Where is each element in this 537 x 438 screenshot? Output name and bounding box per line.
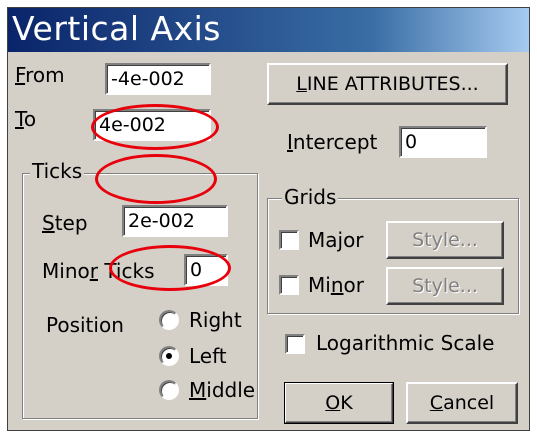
position-right-radio[interactable]	[159, 310, 179, 330]
position-right-label: Right	[189, 308, 242, 332]
step-input[interactable]: 2e-002	[122, 205, 228, 237]
cancel-button[interactable]: Cancel	[406, 382, 518, 424]
position-middle-radio[interactable]	[159, 380, 179, 400]
ok-button[interactable]: OK	[284, 382, 394, 424]
ticks-group-title: Ticks	[30, 159, 85, 183]
to-input[interactable]: 4e-002	[93, 109, 211, 141]
from-label: From	[15, 63, 65, 87]
logarithmic-scale-label: Logarithmic Scale	[316, 331, 495, 355]
from-input[interactable]: -4e-002	[105, 63, 211, 95]
radio-selected-dot	[166, 353, 172, 359]
to-label: To	[15, 107, 37, 131]
vertical-axis-dialog: Vertical Axis From -4e-002 To 4e-002 Tic…	[7, 7, 530, 431]
position-middle-label: Middle	[189, 378, 256, 402]
position-label: Position	[46, 313, 124, 337]
intercept-input[interactable]: 0	[399, 126, 487, 158]
major-style-button[interactable]: Style...	[386, 221, 504, 259]
minor-grid-checkbox[interactable]	[279, 275, 299, 295]
line-attributes-button[interactable]: LINE ATTRIBUTES...	[267, 63, 508, 105]
logarithmic-scale-checkbox[interactable]	[285, 334, 305, 354]
step-label: Step	[42, 211, 88, 235]
position-left-radio[interactable]	[159, 346, 179, 366]
minor-style-button[interactable]: Style...	[386, 267, 504, 305]
title-bar: Vertical Axis	[8, 8, 529, 52]
minor-ticks-input[interactable]: 0	[184, 254, 228, 286]
minor-ticks-label: Minor Ticks	[42, 259, 155, 283]
intercept-label: Intercept	[287, 130, 378, 154]
major-grid-label: Major	[308, 228, 364, 252]
dialog-title: Vertical Axis	[12, 9, 221, 48]
minor-grid-label: Minor	[308, 273, 364, 297]
grids-group-title: Grids	[282, 185, 339, 209]
major-grid-checkbox[interactable]	[279, 230, 299, 250]
position-left-label: Left	[189, 344, 227, 368]
